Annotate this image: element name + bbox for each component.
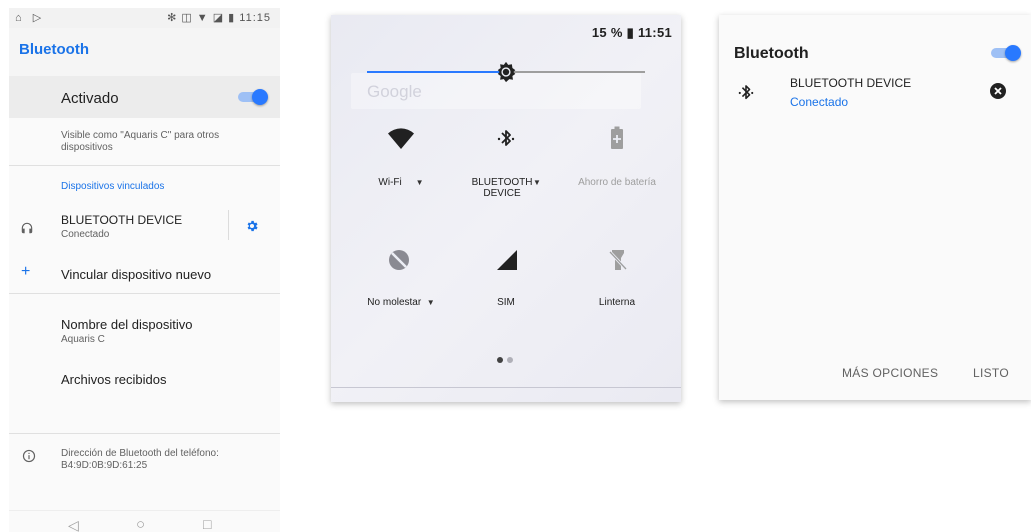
paired-devices-header: Dispositivos vinculados	[61, 181, 165, 192]
tile-wifi[interactable]: Wi-Fi ▼	[351, 120, 451, 200]
brightness-icon[interactable]	[495, 61, 517, 83]
tile-battery-saver[interactable]: Ahorro de batería	[567, 120, 667, 200]
brightness-fill	[367, 71, 506, 73]
bluetooth-toggle[interactable]	[991, 45, 1021, 61]
divider	[9, 433, 280, 434]
page-dot[interactable]	[507, 357, 513, 363]
paired-device-name: BLUETOOTH DEVICE	[61, 213, 183, 227]
gear-icon[interactable]	[245, 219, 259, 233]
tile-battery-saver-label: Ahorro de batería	[578, 177, 656, 188]
status-left-icons: ⌂ ▷	[15, 12, 46, 24]
cellular-signal-icon	[497, 250, 517, 270]
wifi-icon	[388, 128, 414, 149]
bluetooth-settings-screen: ⌂ ▷ ✻ ◫ ▼ ◪ ▮ 11:15 Bluetooth Activado V…	[9, 8, 280, 532]
tile-wifi-label: Wi-Fi ▼	[378, 177, 424, 188]
do-not-disturb-icon	[389, 250, 409, 270]
app-bar: Bluetooth	[9, 28, 280, 76]
paired-device-status: Conectado	[61, 229, 110, 240]
flashlight-off-icon	[609, 250, 627, 271]
background-search-text: Google	[367, 82, 422, 101]
status-right-indicators: ✻ ◫ ▼ ◪ ▮ 11:15	[167, 12, 271, 24]
more-options-button[interactable]: MÁS OPCIONES	[842, 366, 938, 380]
bluetooth-address-text: Dirección de Bluetooth del teléfono: B4:…	[61, 448, 219, 471]
back-icon[interactable]: ◁	[68, 517, 79, 532]
tile-do-not-disturb[interactable]: No molestar ▼	[351, 245, 451, 325]
battery-status: 15 % ▮ 11:51	[591, 25, 672, 40]
tile-sim-label: SIM	[497, 297, 515, 308]
dialog-device-name[interactable]: BLUETOOTH DEVICE	[790, 76, 911, 90]
plus-icon: +	[21, 263, 31, 280]
divider	[9, 510, 280, 511]
divider	[9, 165, 280, 166]
tile-bluetooth-label: BLUETOOTH DEVICE▼	[471, 177, 541, 199]
dialog-title: Bluetooth	[734, 45, 809, 62]
dialog-device-status: Conectado	[790, 95, 849, 109]
bluetooth-dialog: Bluetooth BLUETOOTH DEVICE Conectado MÁS…	[719, 15, 1031, 400]
chevron-down-icon: ▼	[426, 298, 435, 307]
navigation-bar: ◁ ○ □	[9, 512, 280, 532]
pair-new-device-row[interactable]: + Vincular dispositivo nuevo	[9, 257, 280, 291]
status-bar: ⌂ ▷ ✻ ◫ ▼ ◪ ▮ 11:15	[9, 8, 280, 28]
page-dot-active[interactable]	[497, 357, 503, 363]
bluetooth-icon	[738, 85, 754, 100]
quick-settings-panel: Google 15 % ▮ 11:51 Wi-Fi ▼ BLUETOOTH DE…	[331, 15, 681, 402]
headphones-icon	[21, 222, 33, 234]
divider	[9, 293, 280, 294]
pair-new-device-label: Vincular dispositivo nuevo	[61, 267, 212, 282]
device-name-label: Nombre del dispositivo	[61, 317, 193, 332]
tile-flashlight-label: Linterna	[598, 297, 636, 308]
tile-flashlight[interactable]: Linterna	[567, 245, 667, 325]
tile-bluetooth[interactable]: BLUETOOTH DEVICE▼	[451, 120, 561, 210]
visibility-text: Visible como "Aquaris C" para otros disp…	[61, 130, 220, 153]
home-icon[interactable]: ○	[136, 516, 145, 532]
disconnect-close-icon[interactable]	[990, 83, 1006, 99]
page-title: Bluetooth	[19, 41, 89, 58]
received-files-row[interactable]: Archivos recibidos	[9, 364, 280, 394]
device-name-row[interactable]: Nombre del dispositivo Aquaris C	[9, 312, 280, 350]
chevron-down-icon: ▼	[533, 178, 541, 187]
bluetooth-icon	[497, 130, 515, 146]
paired-device-row[interactable]: BLUETOOTH DEVICE Conectado	[9, 206, 280, 248]
chevron-down-icon: ▼	[415, 178, 424, 187]
divider	[331, 387, 681, 388]
tile-do-not-disturb-label: No molestar ▼	[367, 297, 435, 308]
row-divider	[228, 210, 229, 240]
recents-icon[interactable]: □	[203, 516, 211, 532]
info-icon	[22, 449, 36, 463]
bluetooth-master-switch-row[interactable]: Activado	[9, 76, 280, 118]
battery-saver-icon	[611, 126, 623, 149]
tile-sim[interactable]: SIM	[451, 245, 561, 325]
received-files-label: Archivos recibidos	[61, 372, 167, 387]
activado-label: Activado	[61, 90, 119, 107]
bluetooth-toggle[interactable]	[238, 89, 268, 105]
done-button[interactable]: LISTO	[973, 366, 1009, 380]
device-name-value: Aquaris C	[61, 334, 105, 345]
